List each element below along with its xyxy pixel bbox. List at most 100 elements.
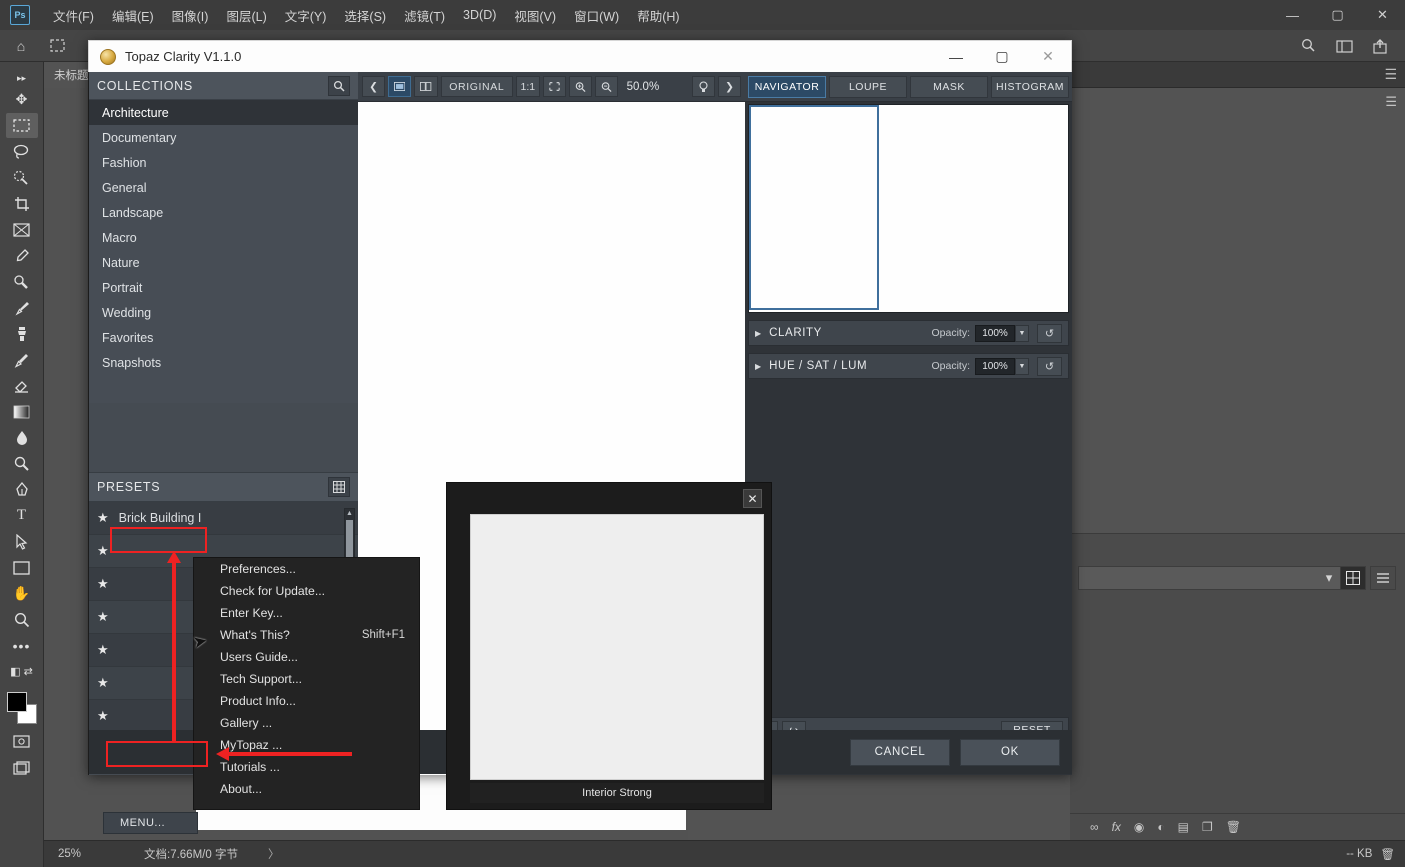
tab-histogram[interactable]: HISTOGRAM <box>991 75 1069 98</box>
chevron-down-icon[interactable]: ▼ <box>1015 324 1029 342</box>
pen-tool[interactable] <box>6 477 38 502</box>
reset-icon[interactable]: ↺ <box>1037 323 1062 343</box>
favorite-star-icon[interactable]: ★ <box>97 675 109 691</box>
quick-selection-tool[interactable] <box>6 165 38 190</box>
preview-bulb-icon[interactable] <box>692 76 716 97</box>
edit-toolbar-icon[interactable]: ◧ ⇄ <box>6 659 38 684</box>
navigator-thumbnail[interactable] <box>748 104 1069 313</box>
zoom-tool[interactable] <box>6 607 38 632</box>
eyedropper-tool[interactable] <box>6 243 38 268</box>
spot-healing-brush-tool[interactable] <box>6 269 38 294</box>
adjustment-layer-icon[interactable]: ◐ <box>1157 820 1164 834</box>
menu-item-whats-this[interactable]: What's This? Shift+F1 <box>194 624 419 646</box>
eraser-tool[interactable] <box>6 373 38 398</box>
single-view-icon[interactable] <box>388 76 412 97</box>
grid-view-icon[interactable] <box>1340 566 1366 590</box>
collection-item-snapshots[interactable]: Snapshots <box>89 350 358 375</box>
list-view-icon[interactable] <box>1370 566 1396 590</box>
menu-button[interactable]: MENU... <box>103 812 198 834</box>
delete-layer-icon[interactable]: 🗑 <box>1226 820 1241 834</box>
foreground-color-swatch[interactable] <box>6 692 27 712</box>
collection-item-landscape[interactable]: Landscape <box>89 200 358 225</box>
arrange-icon[interactable] <box>1329 33 1359 59</box>
menu-edit[interactable]: 编辑(E) <box>103 2 163 29</box>
collection-item-wedding[interactable]: Wedding <box>89 300 358 325</box>
original-button[interactable]: ORIGINAL <box>440 76 513 97</box>
cancel-button[interactable]: CANCEL <box>850 738 950 766</box>
favorite-star-icon[interactable]: ★ <box>97 510 109 526</box>
ok-button[interactable]: OK <box>960 738 1060 766</box>
collection-item-nature[interactable]: Nature <box>89 250 358 275</box>
menu-filter[interactable]: 滤镜(T) <box>395 2 454 29</box>
gradient-tool[interactable] <box>6 399 38 424</box>
collection-item-general[interactable]: General <box>89 175 358 200</box>
zoom-level-label[interactable]: 50.0% <box>621 76 665 97</box>
rectangular-marquee-tool[interactable] <box>5 113 38 138</box>
topaz-close-button[interactable]: ✕ <box>1025 41 1071 72</box>
new-group-icon[interactable]: ▤ <box>1178 820 1189 834</box>
crop-tool[interactable] <box>6 191 38 216</box>
color-swatches[interactable] <box>6 691 38 725</box>
search-icon[interactable] <box>328 75 350 96</box>
tab-navigator[interactable]: NAVIGATOR <box>748 75 826 98</box>
collection-item-favorites[interactable]: Favorites <box>89 325 358 350</box>
move-tool[interactable]: ✥ <box>6 87 38 112</box>
collapse-dots-icon[interactable]: ▸▸ <box>6 70 38 86</box>
collection-item-fashion[interactable]: Fashion <box>89 150 358 175</box>
tab-loupe[interactable]: LOUPE <box>829 75 907 98</box>
chevron-down-icon[interactable]: ▼ <box>1015 357 1029 375</box>
fit-to-screen-icon[interactable] <box>542 76 566 97</box>
favorite-star-icon[interactable]: ★ <box>97 642 109 658</box>
type-tool[interactable]: T <box>6 503 38 528</box>
link-layers-icon[interactable]: ∞ <box>1090 820 1099 834</box>
home-icon[interactable]: ⌂ <box>6 33 36 59</box>
menu-window[interactable]: 窗口(W) <box>565 2 628 29</box>
menu-item-check-for-update[interactable]: Check for Update... <box>194 580 419 602</box>
opacity-value[interactable]: 100% <box>975 324 1015 342</box>
status-expand-icon[interactable]: 〉 <box>238 846 280 862</box>
navigator-viewport-rect[interactable] <box>749 105 879 310</box>
zoom-in-icon[interactable] <box>568 76 592 97</box>
blur-tool[interactable] <box>6 425 38 450</box>
favorite-star-icon[interactable]: ★ <box>97 609 109 625</box>
favorite-star-icon[interactable]: ★ <box>97 576 109 592</box>
grid-view-icon[interactable] <box>328 477 350 497</box>
layer-mask-icon[interactable]: ◉ <box>1134 820 1144 834</box>
menu-item-gallery[interactable]: Gallery ... <box>194 712 419 734</box>
collection-item-portrait[interactable]: Portrait <box>89 275 358 300</box>
one-to-one-button[interactable]: 1:1 <box>515 76 540 97</box>
history-brush-tool[interactable] <box>6 347 38 372</box>
menu-item-about[interactable]: About... <box>194 778 419 800</box>
panel-menu-icon[interactable]: ☰ <box>1384 66 1405 83</box>
collection-item-architecture[interactable]: Architecture <box>89 100 358 125</box>
menu-item-preferences[interactable]: Preferences... <box>194 558 419 580</box>
scroll-up-icon[interactable]: ▲ <box>345 509 354 519</box>
favorite-star-icon[interactable]: ★ <box>97 543 109 559</box>
topaz-minimize-button[interactable]: — <box>933 41 979 72</box>
favorite-star-icon[interactable]: ★ <box>97 708 109 724</box>
path-selection-tool[interactable] <box>6 529 38 554</box>
hand-tool[interactable]: ✋ <box>6 581 38 606</box>
triangle-right-icon[interactable]: ▶ <box>755 329 761 338</box>
quick-mask-icon[interactable] <box>6 729 38 754</box>
chevron-left-icon[interactable]: ❮ <box>362 76 385 97</box>
menu-item-enter-key[interactable]: Enter Key... <box>194 602 419 624</box>
chevron-down-icon[interactable]: ▾ <box>1322 566 1336 590</box>
triangle-right-icon[interactable]: ▶ <box>755 362 761 371</box>
menu-layer[interactable]: 图层(L) <box>217 2 275 29</box>
status-zoom-level[interactable]: 25% <box>44 848 99 860</box>
tab-mask[interactable]: MASK <box>910 75 988 98</box>
zoom-out-icon[interactable] <box>594 76 618 97</box>
adjustment-clarity[interactable]: ▶ CLARITY Opacity: 100% ▼ ↺ <box>748 320 1069 346</box>
menu-file[interactable]: 文件(F) <box>44 2 103 29</box>
menu-view[interactable]: 视图(V) <box>505 2 565 29</box>
chevron-right-icon[interactable]: ❯ <box>718 76 742 97</box>
menu-type[interactable]: 文字(Y) <box>276 2 336 29</box>
menu-item-users-guide[interactable]: Users Guide... <box>194 646 419 668</box>
menu-select[interactable]: 选择(S) <box>335 2 395 29</box>
menu-image[interactable]: 图像(I) <box>163 2 218 29</box>
panel-options-icon[interactable]: ☰ <box>1385 94 1397 110</box>
shape-tool[interactable] <box>6 555 38 580</box>
search-icon[interactable] <box>1293 33 1323 59</box>
menu-item-tech-support[interactable]: Tech Support... <box>194 668 419 690</box>
